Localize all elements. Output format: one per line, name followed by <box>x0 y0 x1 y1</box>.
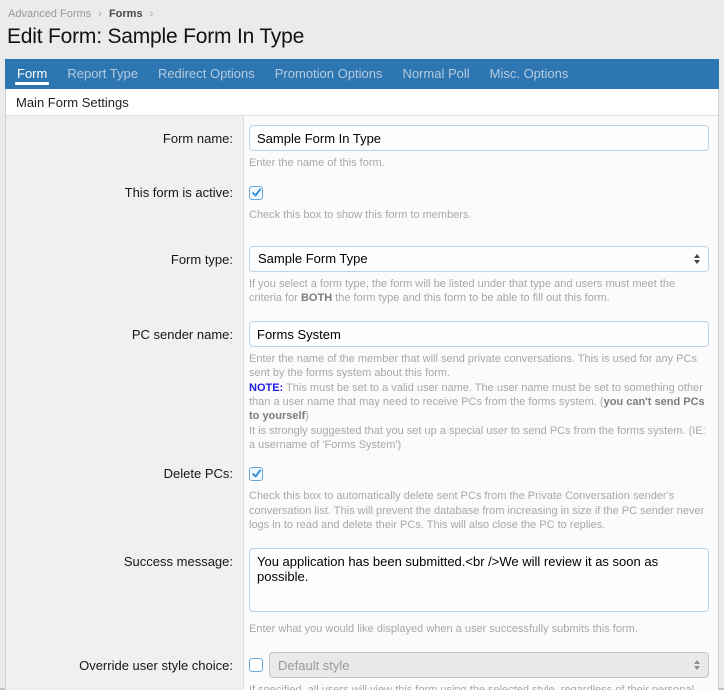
breadcrumb-separator: › <box>94 8 106 20</box>
tab-normal-poll[interactable]: Normal Poll <box>392 59 479 89</box>
breadcrumb-link-advanced-forms[interactable]: Advanced Forms <box>8 8 91 20</box>
delete-pcs-checkbox[interactable] <box>249 467 263 481</box>
form-active-checkbox[interactable] <box>249 186 263 200</box>
tab-label: Promotion Options <box>275 64 383 84</box>
pc-sender-label: PC sender name: <box>6 315 244 460</box>
form-name-label: Form name: <box>6 116 244 176</box>
success-message-label: Success message: <box>6 542 244 644</box>
check-icon <box>251 468 262 479</box>
delete-pcs-label: Delete PCs: <box>6 460 244 542</box>
tab-report-type[interactable]: Report Type <box>57 59 148 89</box>
tab-label: Misc. Options <box>490 64 569 84</box>
override-style-hint: If specified, all users will view this f… <box>249 683 709 690</box>
success-message-hint: Enter what you would like displayed when… <box>249 622 709 636</box>
tab-label: Redirect Options <box>158 64 255 84</box>
tab-redirect-options[interactable]: Redirect Options <box>148 59 265 89</box>
tab-label: Form <box>17 64 47 84</box>
form-name-row: Form name: Enter the name of this form. <box>6 116 718 176</box>
select-arrows-icon <box>694 254 700 264</box>
tab-promotion-options[interactable]: Promotion Options <box>265 59 393 89</box>
override-style-select[interactable]: Default style <box>269 652 709 678</box>
tab-label: Normal Poll <box>402 64 469 84</box>
note-label: NOTE: <box>249 382 283 394</box>
override-style-row: Override user style choice: Default styl… <box>6 644 718 690</box>
form-type-row: Form type: Sample Form Type If you selec… <box>6 234 718 316</box>
override-style-selected-value: Default style <box>278 658 350 673</box>
form-active-label: This form is active: <box>6 176 244 233</box>
success-message-row: Success message: You application has bee… <box>6 542 718 644</box>
form-type-select[interactable]: Sample Form Type <box>249 246 709 272</box>
check-icon <box>251 187 262 198</box>
tab-misc-options[interactable]: Misc. Options <box>480 59 579 89</box>
page-title: Edit Form: Sample Form In Type <box>0 20 724 59</box>
form-type-label: Form type: <box>6 234 244 316</box>
breadcrumb: Advanced Forms › Forms › <box>0 0 724 20</box>
form-active-row: This form is active: Check this box to s… <box>6 176 718 233</box>
delete-pcs-row: Delete PCs: Check this box to automatica… <box>6 460 718 542</box>
form-name-input[interactable] <box>249 125 709 151</box>
pc-sender-hint: Enter the name of the member that will s… <box>249 352 709 452</box>
admin-page: Advanced Forms › Forms › Edit Form: Samp… <box>0 0 724 690</box>
pc-sender-input[interactable] <box>249 321 709 347</box>
tab-bar: Form Report Type Redirect Options Promot… <box>5 59 719 89</box>
breadcrumb-link-forms[interactable]: Forms <box>109 8 143 20</box>
form-type-selected-value: Sample Form Type <box>258 251 368 266</box>
form-type-hint: If you select a form type, the form will… <box>249 277 709 306</box>
override-style-checkbox[interactable] <box>249 658 263 672</box>
section-header-main-form-settings: Main Form Settings <box>6 89 718 116</box>
override-style-label: Override user style choice: <box>6 644 244 690</box>
form-active-hint: Check this box to show this form to memb… <box>249 208 709 222</box>
success-message-textarea[interactable]: You application has been submitted.<br /… <box>249 548 709 612</box>
breadcrumb-separator: › <box>146 8 158 20</box>
pc-sender-row: PC sender name: Enter the name of the me… <box>6 315 718 460</box>
delete-pcs-hint: Check this box to automatically delete s… <box>249 489 709 532</box>
form-name-hint: Enter the name of this form. <box>249 156 709 170</box>
select-arrows-icon <box>694 660 700 670</box>
tab-label: Report Type <box>67 64 138 84</box>
tab-form[interactable]: Form <box>7 59 57 89</box>
